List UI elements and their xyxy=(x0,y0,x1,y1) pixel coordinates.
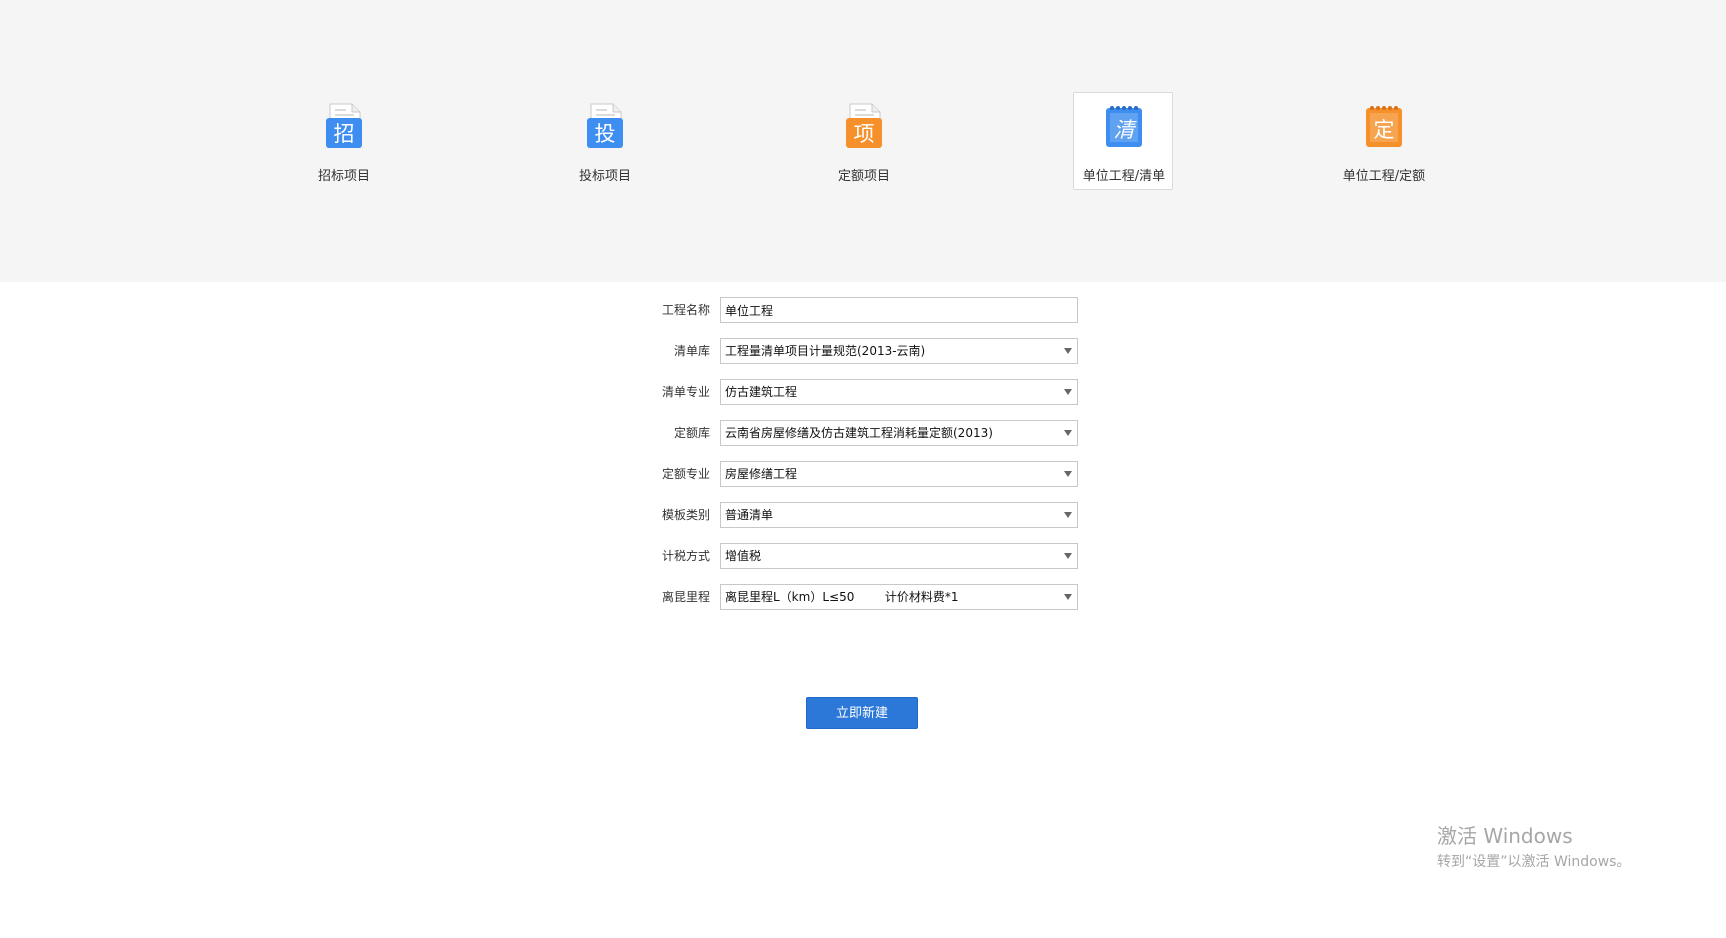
document-icon: 投 xyxy=(587,103,623,148)
project-type-label: 投标项目 xyxy=(578,169,631,184)
project-name-label: 工程名称 xyxy=(661,303,710,317)
svg-text:定: 定 xyxy=(1374,118,1395,142)
project-type-label: 单位工程/清单 xyxy=(1082,169,1166,184)
quota-library-select[interactable]: 云南省房屋修缮及仿古建筑工程消耗量定额(2013) xyxy=(720,420,1078,446)
dropdown-arrow-icon[interactable] xyxy=(1059,585,1077,609)
template-type-value: 普通清单 xyxy=(725,508,774,522)
list-specialty-label: 清单专业 xyxy=(661,385,710,399)
project-type-tender[interactable]: 招 招标项目 xyxy=(293,92,393,190)
project-type-label: 单位工程/定额 xyxy=(1342,169,1426,184)
list-library-value: 工程量清单项目计量规范(2013-云南) xyxy=(725,344,926,358)
dropdown-arrow-icon[interactable] xyxy=(1059,339,1077,363)
template-type-label: 模板类别 xyxy=(661,508,710,522)
dropdown-arrow-icon[interactable] xyxy=(1059,544,1077,568)
dropdown-arrow-icon[interactable] xyxy=(1059,421,1077,445)
tax-method-label: 计税方式 xyxy=(661,549,710,563)
project-name-field[interactable] xyxy=(720,297,1078,323)
list-library-label: 清单库 xyxy=(673,344,710,358)
project-type-unit-list[interactable]: 清 单位工程/清单 xyxy=(1073,92,1173,190)
svg-text:投: 投 xyxy=(595,122,616,146)
watermark-subtitle: 转到“设置”以激活 Windows。 xyxy=(1437,854,1631,870)
quota-specialty-value: 房屋修缮工程 xyxy=(725,467,798,481)
svg-text:招: 招 xyxy=(334,122,355,146)
dropdown-arrow-icon[interactable] xyxy=(1059,462,1077,486)
dropdown-arrow-icon[interactable] xyxy=(1059,380,1077,404)
project-type-label: 招标项目 xyxy=(317,169,370,184)
notepad-icon: 清 xyxy=(1106,106,1142,147)
windows-activation-watermark: 激活 Windows 转到“设置”以激活 Windows。 xyxy=(1437,824,1630,872)
dropdown-arrow-icon[interactable] xyxy=(1059,503,1077,527)
list-specialty-value: 仿古建筑工程 xyxy=(725,385,798,399)
quota-specialty-label: 定额专业 xyxy=(661,467,710,481)
project-type-quota[interactable]: 项 定额项目 xyxy=(813,92,913,190)
project-name-input[interactable] xyxy=(721,298,1077,322)
tax-method-value: 增值税 xyxy=(725,549,762,563)
template-type-select[interactable]: 普通清单 xyxy=(720,502,1078,528)
form-row-list-library: 清单库 工程量清单项目计量规范(2013-云南) xyxy=(600,338,1080,364)
form-row-project-name: 工程名称 xyxy=(600,297,1080,323)
distance-value: 离昆里程L（km）L≤50 计价材料费*1 xyxy=(725,590,959,604)
form-row-distance: 离昆里程 离昆里程L（km）L≤50 计价材料费*1 xyxy=(600,584,1080,610)
tax-method-select[interactable]: 增值税 xyxy=(720,543,1078,569)
list-specialty-select[interactable]: 仿古建筑工程 xyxy=(720,379,1078,405)
form-row-quota-library: 定额库 云南省房屋修缮及仿古建筑工程消耗量定额(2013) xyxy=(600,420,1080,446)
form-row-template-type: 模板类别 普通清单 xyxy=(600,502,1080,528)
watermark-title: 激活 Windows xyxy=(1437,824,1573,848)
quota-library-label: 定额库 xyxy=(673,426,710,440)
list-library-select[interactable]: 工程量清单项目计量规范(2013-云南) xyxy=(720,338,1078,364)
document-icon: 项 xyxy=(846,103,882,148)
form-row-tax-method: 计税方式 增值税 xyxy=(600,543,1080,569)
svg-text:项: 项 xyxy=(854,122,875,146)
form-row-quota-specialty: 定额专业 房屋修缮工程 xyxy=(600,461,1080,487)
project-type-panel: 招 招标项目 投 投标项目 项 定额项目 清 单位工程/清单 定 单位工程/定额 xyxy=(0,0,1726,282)
project-type-label: 定额项目 xyxy=(837,169,890,184)
document-icon: 招 xyxy=(326,103,362,148)
svg-text:清: 清 xyxy=(1114,118,1138,142)
quota-specialty-select[interactable]: 房屋修缮工程 xyxy=(720,461,1078,487)
form-row-list-specialty: 清单专业 仿古建筑工程 xyxy=(600,379,1080,405)
distance-label: 离昆里程 xyxy=(661,590,710,604)
quota-library-value: 云南省房屋修缮及仿古建筑工程消耗量定额(2013) xyxy=(725,426,993,440)
project-type-bid[interactable]: 投 投标项目 xyxy=(554,92,654,190)
notepad-icon: 定 xyxy=(1366,106,1402,147)
distance-select[interactable]: 离昆里程L（km）L≤50 计价材料费*1 xyxy=(720,584,1078,610)
create-now-button[interactable]: 立即新建 xyxy=(806,697,918,729)
project-type-unit-quota[interactable]: 定 单位工程/定额 xyxy=(1333,92,1433,190)
